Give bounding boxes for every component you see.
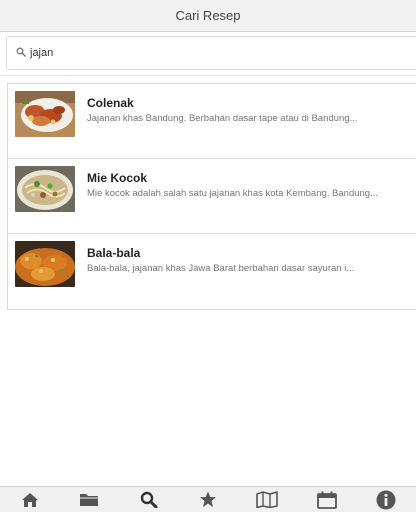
- recipe-list: Colenak Jajanan khas Bandung. Berbahan d…: [7, 83, 416, 310]
- tab-map[interactable]: [238, 487, 297, 512]
- list-item[interactable]: Mie Kocok Mie kocok adalah salah satu ja…: [8, 159, 416, 234]
- tab-home[interactable]: [0, 487, 59, 512]
- bottom-tab-bar: [0, 486, 416, 512]
- recipe-thumbnail: [15, 166, 75, 212]
- search-icon: [140, 491, 158, 508]
- recipe-title: Bala-bala: [87, 246, 141, 260]
- list-item[interactable]: Bala-bala Bala-bala, jajanan khas Jawa B…: [8, 234, 416, 309]
- recipe-thumbnail: [15, 91, 75, 137]
- search-icon: [16, 44, 26, 62]
- folder-icon: [79, 492, 99, 507]
- search-field[interactable]: [6, 36, 416, 70]
- page-title: Cari Resep: [175, 8, 241, 23]
- app-screen: Cari Resep jajan Colenak Jajanan khas Ba…: [0, 0, 416, 512]
- recipe-description: Mie kocok adalah salah satu jajanan khas…: [87, 188, 378, 199]
- map-icon: [256, 491, 279, 508]
- calendar-icon: [316, 491, 337, 509]
- recipe-description: Bala-bala, jajanan khas Jawa Barat berba…: [87, 263, 355, 274]
- tab-calendar[interactable]: [297, 487, 356, 512]
- list-item[interactable]: Colenak Jajanan khas Bandung. Berbahan d…: [8, 84, 416, 159]
- recipe-thumbnail: [15, 241, 75, 287]
- tab-info[interactable]: [357, 487, 416, 512]
- star-icon: [199, 491, 217, 508]
- home-icon: [21, 492, 39, 508]
- info-icon: [376, 490, 396, 510]
- recipe-description: Jajanan khas Bandung. Berbahan dasar tap…: [87, 113, 358, 124]
- tab-search[interactable]: [119, 487, 178, 512]
- search-input[interactable]: [30, 43, 390, 63]
- tab-favorites[interactable]: [178, 487, 237, 512]
- recipe-title: Colenak: [87, 96, 134, 110]
- recipe-title: Mie Kocok: [87, 171, 148, 185]
- search-bar: [0, 32, 416, 76]
- tab-categories[interactable]: [59, 487, 118, 512]
- header-bar: Cari Resep: [0, 0, 416, 32]
